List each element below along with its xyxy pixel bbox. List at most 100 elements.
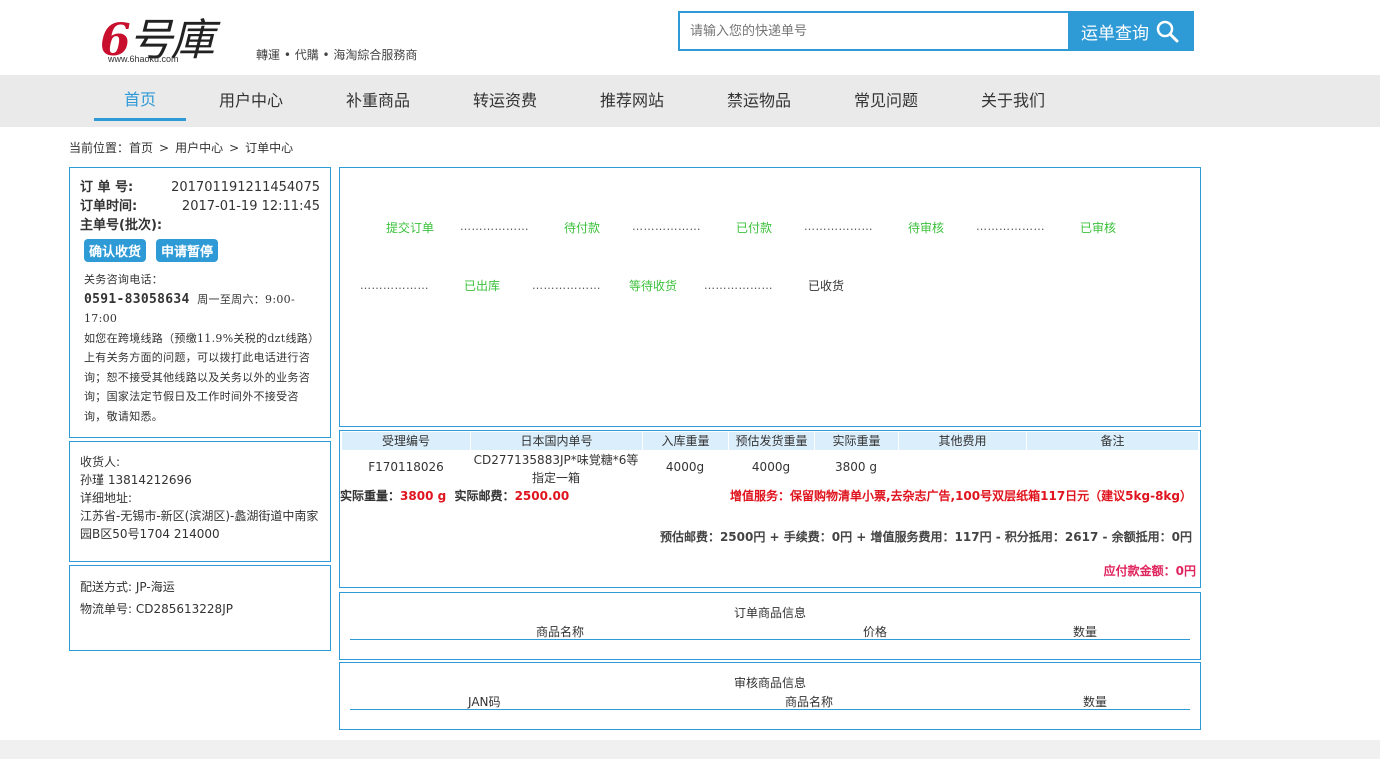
notice-title: 关务咨询电话： xyxy=(84,273,164,286)
tracking-search-input[interactable] xyxy=(680,13,1070,49)
cell-actual-weight: 3800 g xyxy=(835,460,877,474)
actual-postage-value: 2500.00 xyxy=(514,489,570,503)
address-label: 详细地址: xyxy=(80,491,133,505)
step-connector: ……………… xyxy=(804,220,873,233)
cell-jp-tracking: CD277135883JP*味覚糖*6等 指定一箱 xyxy=(470,451,642,487)
estimate-breakdown: 预估邮费：2500円 + 手续费：0円 + 增值服务费用：117円 - 积分抵用… xyxy=(659,530,1192,544)
breadcrumb-separator: > xyxy=(229,141,240,155)
step-connector: ……………… xyxy=(460,220,529,233)
tracking-search-button[interactable]: 运单查询 xyxy=(1068,13,1192,49)
order-time-value: 2017-01-19 12:11:45 xyxy=(181,199,320,214)
step-paid: 已付款 xyxy=(736,221,773,235)
cell-est-weight: 4000g xyxy=(751,460,791,474)
col-accept-no: 受理编号 xyxy=(381,434,430,448)
nav-home[interactable]: 首页 xyxy=(94,75,186,121)
audit-col-name: 商品名称 xyxy=(785,695,834,709)
office-hours: 周一至周六：9:00- xyxy=(197,292,295,306)
request-pause-button[interactable]: 申请暂停 xyxy=(156,239,219,262)
audit-goods-panel: 审核商品信息 JAN码 商品名称 数量 xyxy=(339,662,1201,730)
tracking-search: 运单查询 xyxy=(678,11,1194,51)
shipment-panel: 受理编号 日本国内单号 入库重量 预估发货重量 实际重量 其他费用 备注 F17… xyxy=(339,430,1201,588)
step-pending-payment: 待付款 xyxy=(564,221,601,235)
confirm-receipt-button[interactable]: 确认收货 xyxy=(84,239,147,262)
order-no-row: 订 单 号: 201701191211454075 xyxy=(80,178,320,197)
goods-col-qty: 数量 xyxy=(1073,625,1098,639)
cell-jp-tracking-line2: 指定一箱 xyxy=(531,471,580,485)
search-icon xyxy=(1156,20,1179,43)
breadcrumb-home[interactable]: 首页 xyxy=(129,141,153,155)
receiver-panel: 收货人: 孙瑾 13814212696 详细地址: 江苏省-无锡市-新区(滨湖区… xyxy=(69,441,331,562)
cell-jp-tracking-line1: CD277135883JP*味覚糖*6等 xyxy=(473,453,639,467)
office-hours-end: 17:00 xyxy=(84,312,118,325)
batch-label: 主单号(批次): xyxy=(80,218,163,233)
batch-row: 主单号(批次): xyxy=(80,216,320,235)
actual-weight-label: 实际重量： xyxy=(340,489,401,503)
logo-url: www.6haoku.com xyxy=(108,54,179,64)
order-goods-panel: 订单商品信息 商品名称 价格 数量 xyxy=(339,592,1201,660)
order-progress-panel: 提交订单 ……………… 待付款 ……………… 已付款 ……………… 待审核 ……… xyxy=(339,167,1201,427)
step-connector: ……………… xyxy=(632,220,701,233)
nav-shipping-rates[interactable]: 转运资费 xyxy=(459,75,551,127)
receiver-address: 江苏省-无锡市-新区(滨湖区)-蠡湖街道中南家园B区50号1704 214000 xyxy=(80,509,319,541)
audit-goods-title: 审核商品信息 xyxy=(733,676,806,690)
order-no-label: 订 单 号: xyxy=(80,180,134,195)
breadcrumb-order-center: 订单中心 xyxy=(245,141,294,155)
step-connector: ……………… xyxy=(532,279,601,292)
actual-weight-value: 3800 g xyxy=(400,489,447,503)
nav-reweigh-goods[interactable]: 补重商品 xyxy=(332,75,424,127)
col-in-weight: 入库重量 xyxy=(642,432,728,450)
step-received: 已收货 xyxy=(808,279,845,293)
step-connector: ……………… xyxy=(976,220,1045,233)
col-other-fees: 其他费用 xyxy=(898,432,1026,450)
col-est-weight: 预估发货重量 xyxy=(728,432,814,450)
nav-prohibited-items[interactable]: 禁运物品 xyxy=(713,75,805,127)
nav-faq[interactable]: 常见问题 xyxy=(840,75,932,127)
col-actual-weight: 实际重量 xyxy=(814,432,898,450)
delivery-panel: 配送方式: JP-海运 物流单号: CD285613228JP xyxy=(69,565,331,651)
amount-payable: 应付款金额：0円 xyxy=(1103,564,1196,578)
notice-phone-row: 0591-83058634 周一至周六：9:00- xyxy=(84,290,320,310)
breadcrumb-user-center[interactable]: 用户中心 xyxy=(175,141,223,155)
actual-weight-summary: 实际重量：3800 g 实际邮费：2500.00 xyxy=(340,487,569,504)
site-tagline: 轉運 • 代購 • 海淘綜合服務商 xyxy=(256,48,418,62)
customs-phone: 0591-83058634 xyxy=(84,291,190,307)
main-nav: 首页 用户中心 补重商品 转运资费 推荐网站 禁运物品 常见问题 关于我们 xyxy=(0,75,1380,127)
nav-recommended-sites[interactable]: 推荐网站 xyxy=(586,75,678,127)
site-logo[interactable]: 6号庫 www.6haoku.com xyxy=(98,4,228,68)
goods-col-price: 价格 xyxy=(863,625,888,639)
delivery-method: 配送方式: JP-海运 xyxy=(80,580,175,594)
page-footer xyxy=(0,740,1380,759)
order-goods-title: 订单商品信息 xyxy=(733,606,806,620)
cell-in-weight: 4000g xyxy=(665,460,705,474)
goods-col-name: 商品名称 xyxy=(536,625,585,639)
actual-postage-label: 实际邮费： xyxy=(454,489,515,503)
shipment-table-header: 受理编号 日本国内单号 入库重量 预估发货重量 实际重量 其他费用 备注 xyxy=(342,432,1198,450)
search-button-label: 运单查询 xyxy=(1081,23,1149,44)
step-submitted: 提交订单 xyxy=(386,221,435,235)
col-remarks: 备注 xyxy=(1026,432,1198,450)
step-pending-review: 待审核 xyxy=(908,221,945,235)
audit-col-qty: 数量 xyxy=(1083,695,1108,709)
goods-header-rule xyxy=(350,639,1190,640)
notice-body: 如您在跨境线路（预缴11.9%关税的dzt线路）上有关务方面的问题，可以拨打此电… xyxy=(84,331,320,423)
receiver-name-phone: 孙瑾 13814212696 xyxy=(80,473,192,487)
order-no-value: 201701191211454075 xyxy=(171,180,320,195)
audit-header-rule xyxy=(350,709,1190,710)
step-connector: ……………… xyxy=(360,279,429,292)
customs-notice: 关务咨询电话： 0591-83058634 周一至周六：9:00- 17:00 … xyxy=(80,270,320,426)
order-time-row: 订单时间: 2017-01-19 12:11:45 xyxy=(80,197,320,216)
step-awaiting-receipt: 等待收货 xyxy=(629,279,678,293)
order-actions: 确认收货 申请暂停 xyxy=(80,239,320,262)
step-reviewed: 已审核 xyxy=(1080,221,1117,235)
order-info-panel: 订 单 号: 201701191211454075 订单时间: 2017-01-… xyxy=(69,167,331,438)
col-jp-tracking: 日本国内单号 xyxy=(470,432,642,450)
step-connector: ……………… xyxy=(704,279,773,292)
nav-about[interactable]: 关于我们 xyxy=(967,75,1059,127)
nav-user-center[interactable]: 用户中心 xyxy=(205,75,297,127)
breadcrumb-separator: > xyxy=(159,141,170,155)
order-time-label: 订单时间: xyxy=(80,199,138,214)
tracking-number: 物流单号: CD285613228JP xyxy=(80,602,233,616)
audit-col-jan: JAN码 xyxy=(468,695,501,709)
breadcrumb: 当前位置：首页 > 用户中心 > 订单中心 xyxy=(69,139,299,156)
value-added-service: 增值服务：保留购物清单小票,去杂志广告,100号双层纸箱117日元（建议5kg-… xyxy=(729,489,1192,503)
